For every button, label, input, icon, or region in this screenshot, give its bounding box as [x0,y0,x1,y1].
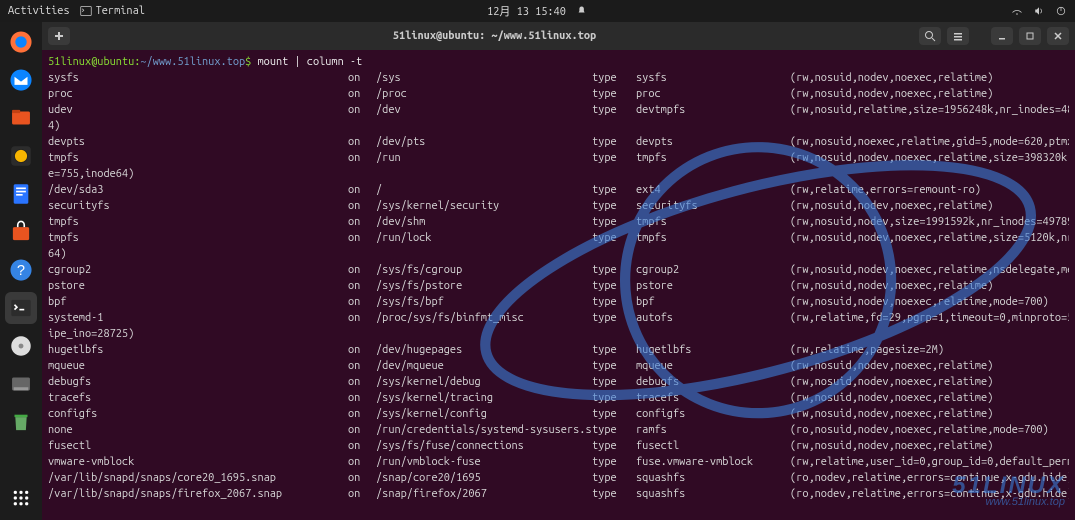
search-button[interactable] [919,27,941,45]
table-row: noneon/run/credentials/systemd-sysusers.… [48,422,1069,438]
table-row: hugetlbfson/dev/hugepagestypehugetlbfs(r… [48,342,1069,358]
table-row-wrap: 4) [48,118,1069,134]
svg-text:?: ? [17,263,25,279]
terminal-content[interactable]: 51linux@ubuntu:~/www.51linux.top$ mount … [42,50,1075,520]
dock: ? [0,22,42,520]
table-row: securityfson/sys/kernel/securitytypesecu… [48,198,1069,214]
clock[interactable]: 12月 13 15:40 [487,3,566,19]
dock-disk[interactable] [5,330,37,362]
close-icon [1052,30,1064,42]
dock-firefox[interactable] [5,26,37,58]
table-row: mqueueon/dev/mqueuetypemqueue(rw,nosuid,… [48,358,1069,374]
terminal-window: 51linux@ubuntu: ~/www.51linux.top 51linu… [42,22,1075,520]
table-row: sysfson/systypesysfs(rw,nosuid,nodev,noe… [48,70,1069,86]
table-row: pstoreon/sys/fs/pstoretypepstore(rw,nosu… [48,278,1069,294]
table-row-wrap: e=755,inode64) [48,166,1069,182]
table-row: debugfson/sys/kernel/debugtypedebugfs(rw… [48,374,1069,390]
terminal-icon [80,5,92,17]
close-button[interactable] [1047,27,1069,45]
table-row: /var/lib/snapd/snaps/core20_1695.snapon/… [48,470,1069,486]
table-row: tmpfson/dev/shmtypetmpfs(rw,nosuid,nodev… [48,214,1069,230]
hamburger-button[interactable] [947,27,969,45]
maximize-button[interactable] [1019,27,1041,45]
plus-icon [53,30,65,42]
dock-files[interactable] [5,102,37,134]
minimize-button[interactable] [991,27,1013,45]
table-row: configfson/sys/kernel/configtypeconfigfs… [48,406,1069,422]
table-row: bpfon/sys/fs/bpftypebpf(rw,nosuid,nodev,… [48,294,1069,310]
table-row: tracefson/sys/kernel/tracingtypetracefs(… [48,390,1069,406]
dock-writer[interactable] [5,178,37,210]
volume-icon[interactable] [1033,5,1045,17]
dock-thunderbird[interactable] [5,64,37,96]
dock-apps-grid[interactable] [5,482,37,514]
terminal-tab[interactable]: Terminal [80,5,145,17]
dock-trash[interactable] [5,406,37,438]
table-row: /var/lib/snapd/snaps/firefox_2067.snapon… [48,486,1069,502]
power-icon[interactable] [1055,5,1067,17]
table-row: procon/proctypeproc(rw,nosuid,nodev,noex… [48,86,1069,102]
maximize-icon [1024,30,1036,42]
activities-button[interactable]: Activities [8,5,70,17]
terminal-tab-label: Terminal [96,5,145,17]
table-row: devptson/dev/ptstypedevpts(rw,nosuid,noe… [48,134,1069,150]
search-icon [924,30,936,42]
table-row: vmware-vmblockon/run/vmblock-fusetypefus… [48,454,1069,470]
dock-help[interactable]: ? [5,254,37,286]
table-row: /dev/sda3on/typeext4(rw,relatime,errors=… [48,182,1069,198]
table-row: tmpfson/runtypetmpfs(rw,nosuid,nodev,noe… [48,150,1069,166]
table-row-wrap: 64) [48,246,1069,262]
dock-rhythmbox[interactable] [5,140,37,172]
dock-software[interactable] [5,216,37,248]
table-row: fusectlon/sys/fs/fuse/connectionstypefus… [48,438,1069,454]
network-icon[interactable] [1011,5,1023,17]
table-row-wrap: ipe_ino=28725) [48,326,1069,342]
minimize-icon [996,30,1008,42]
mount-output: sysfson/systypesysfs(rw,nosuid,nodev,noe… [48,70,1069,502]
table-row: cgroup2on/sys/fs/cgrouptypecgroup2(rw,no… [48,262,1069,278]
prompt-line: 51linux@ubuntu:~/www.51linux.top$ mount … [48,54,1069,70]
table-row: tmpfson/run/locktypetmpfs(rw,nosuid,node… [48,230,1069,246]
window-titlebar: 51linux@ubuntu: ~/www.51linux.top [42,22,1075,50]
gnome-topbar: Activities Terminal 12月 13 15:40 [0,0,1075,22]
dock-terminal[interactable] [5,292,37,324]
window-title: 51linux@ubuntu: ~/www.51linux.top [76,30,913,42]
new-tab-button[interactable] [48,27,70,45]
notification-icon[interactable] [576,5,588,17]
dock-settings[interactable] [5,368,37,400]
table-row: udevon/devtypedevtmpfs(rw,nosuid,relatim… [48,102,1069,118]
table-row: systemd-1on/proc/sys/fs/binfmt_misctypea… [48,310,1069,326]
hamburger-icon [952,30,964,42]
